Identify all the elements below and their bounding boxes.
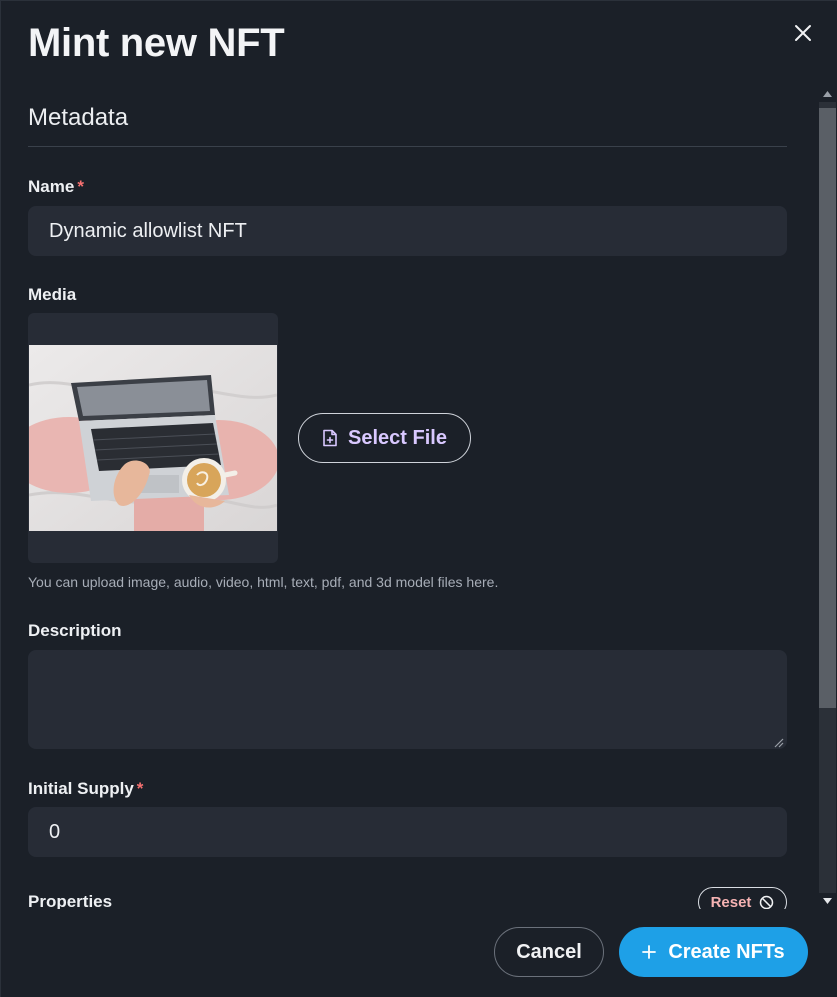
name-label: Name * <box>28 177 84 197</box>
media-help-text: You can upload image, audio, video, html… <box>28 574 499 590</box>
initial-supply-input[interactable] <box>28 807 787 857</box>
scroll-up-button[interactable] <box>819 86 836 102</box>
ban-icon <box>760 895 774 909</box>
modal-body[interactable]: Metadata Name* Media <box>1 86 817 909</box>
select-file-label: Select File <box>348 426 447 449</box>
scroll-down-button[interactable] <box>819 893 836 909</box>
close-icon <box>795 25 811 41</box>
close-button[interactable] <box>789 19 817 47</box>
reset-label: Reset <box>710 893 752 910</box>
mint-nft-modal: Mint new NFT Metadata Name* Media <box>0 0 837 997</box>
required-mark: * <box>136 779 144 798</box>
modal-footer: Cancel Create NFTs <box>1 909 837 997</box>
file-plus-icon <box>323 429 337 447</box>
modal-title: Mint new NFT <box>28 21 285 65</box>
description-label: Description <box>28 621 122 640</box>
initial-supply-label: Initial Supply * <box>28 779 143 799</box>
section-title-metadata: Metadata <box>28 104 129 131</box>
required-mark: * <box>77 177 84 196</box>
media-preview-image <box>29 345 277 531</box>
properties-label: Properties <box>28 892 113 909</box>
name-label-text: Name <box>28 177 75 196</box>
scrollbar-thumb[interactable] <box>819 108 836 708</box>
caret-down-icon <box>823 898 832 904</box>
caret-up-icon <box>823 91 832 97</box>
section-divider <box>28 146 787 147</box>
scrollbar[interactable] <box>817 86 837 909</box>
cancel-button[interactable]: Cancel <box>494 927 604 977</box>
create-nfts-button[interactable]: Create NFTs <box>619 927 808 977</box>
name-input[interactable] <box>28 206 787 256</box>
initial-supply-label-text: Initial Supply <box>28 779 134 798</box>
description-textarea[interactable] <box>28 650 787 749</box>
media-label: Media <box>28 285 77 304</box>
create-nfts-label: Create NFTs <box>668 940 785 963</box>
select-file-button[interactable]: Select File <box>298 413 471 463</box>
plus-icon <box>642 945 657 959</box>
media-preview[interactable] <box>28 313 278 563</box>
resize-grip-icon[interactable] <box>772 736 784 748</box>
reset-properties-button[interactable]: Reset <box>698 887 787 909</box>
